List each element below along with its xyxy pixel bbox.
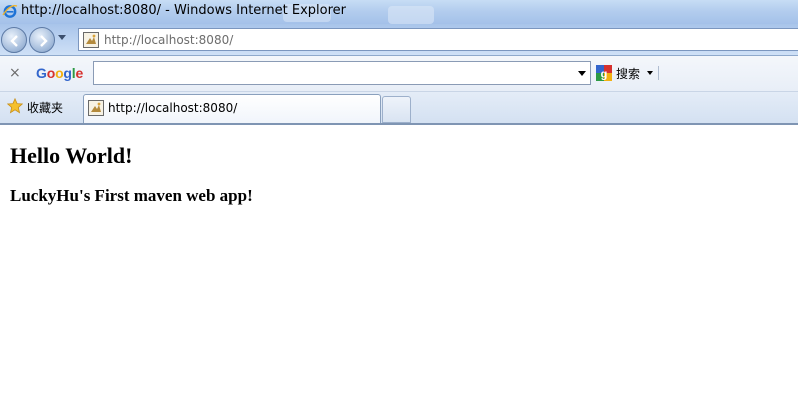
back-arrow-icon: [10, 35, 18, 47]
tab-bar: 收藏夹 http://localhost:8080/: [0, 92, 798, 125]
favorites-button[interactable]: 收藏夹: [27, 99, 63, 116]
recent-pages-dropdown-icon[interactable]: [58, 35, 66, 41]
google-search-button[interactable]: g 搜索: [595, 63, 659, 83]
chevron-down-icon[interactable]: [647, 71, 653, 75]
tab-localhost[interactable]: http://localhost:8080/: [83, 94, 381, 123]
navigation-bar: http://localhost:8080/: [0, 24, 798, 56]
svg-text:g: g: [601, 69, 608, 81]
forward-button[interactable]: [29, 27, 55, 53]
google-toolbar: × Google g 搜索: [0, 56, 798, 92]
page-favicon-icon: [83, 32, 99, 48]
title-bar: http://localhost:8080/ - Windows Interne…: [0, 0, 798, 24]
page-heading: Hello World!: [10, 143, 133, 168]
aero-glass-reflection: [388, 6, 434, 24]
google-search-input[interactable]: [93, 61, 591, 85]
search-button-label: 搜索: [616, 67, 641, 81]
new-tab-button[interactable]: [382, 96, 411, 123]
google-logo: Google: [36, 65, 83, 81]
forward-arrow-icon: [40, 35, 48, 47]
google-g-icon: g: [596, 65, 612, 81]
chevron-down-icon[interactable]: [578, 71, 586, 76]
back-button[interactable]: [1, 27, 27, 53]
page-favicon-icon: [88, 100, 104, 116]
address-url: http://localhost:8080/: [104, 33, 234, 47]
page-subheading: LuckyHu's First maven web app!: [10, 186, 253, 205]
page-content: Hello World! LuckyHu's First maven web a…: [0, 127, 798, 403]
address-input[interactable]: http://localhost:8080/: [78, 28, 798, 51]
google-logo-text: Google: [36, 65, 84, 81]
close-toolbar-button[interactable]: ×: [9, 65, 21, 81]
internet-explorer-icon: [2, 5, 18, 18]
tab-label: http://localhost:8080/: [108, 101, 238, 115]
favorites-star-icon[interactable]: [7, 98, 23, 114]
window-title: http://localhost:8080/ - Windows Interne…: [21, 3, 347, 18]
toolbar-divider: [658, 66, 659, 80]
